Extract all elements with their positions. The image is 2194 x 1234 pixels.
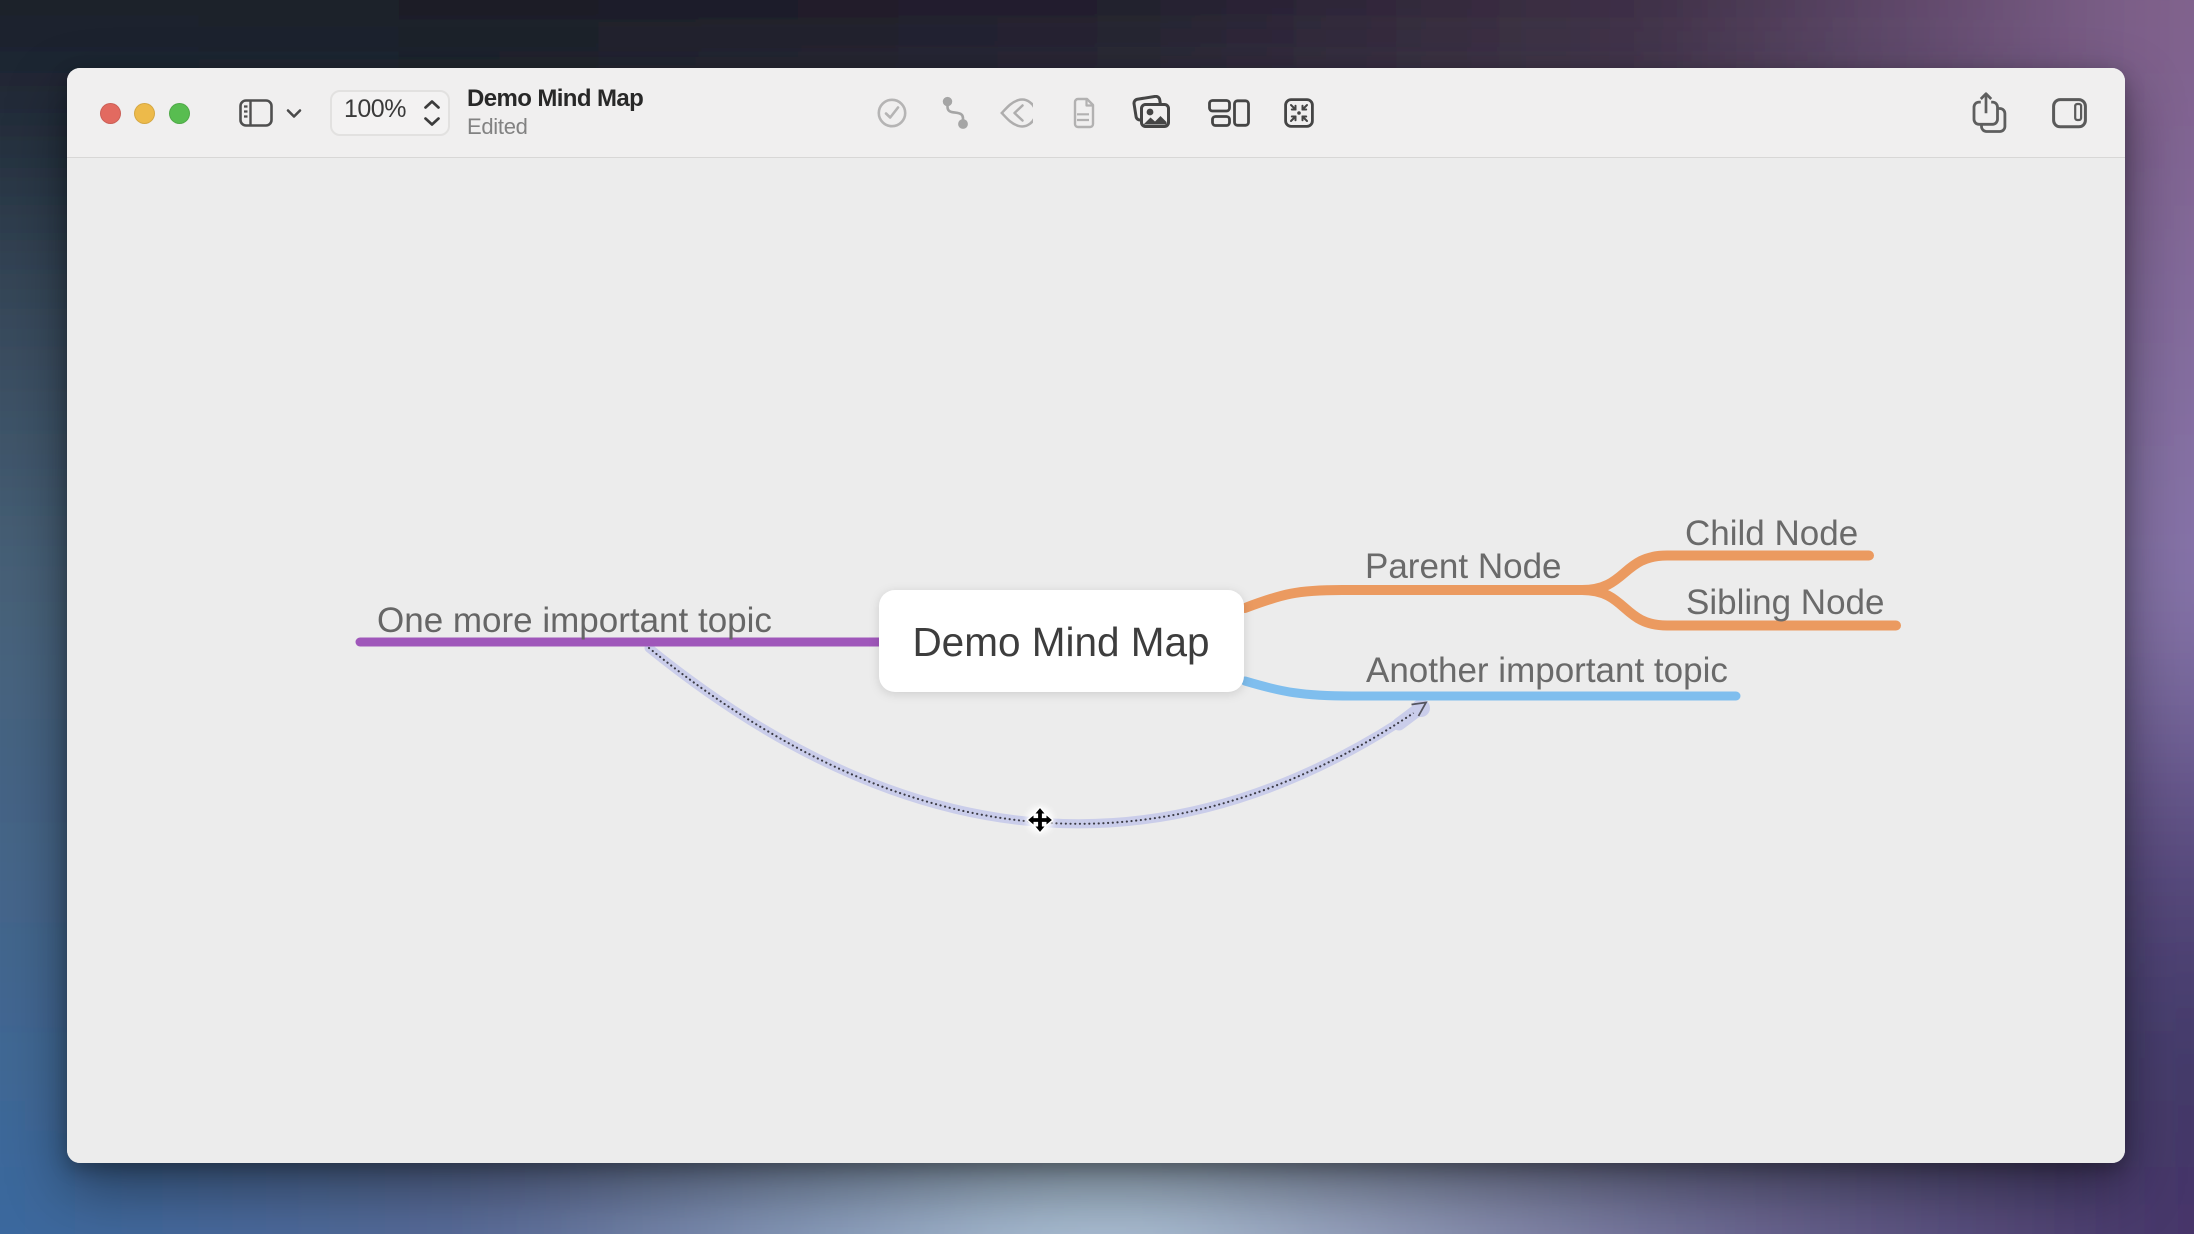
svg-text:Demo Mind Map: Demo Mind Map: [912, 619, 1209, 665]
svg-text:Sibling Node: Sibling Node: [1686, 583, 1884, 622]
svg-text:Child Node: Child Node: [1685, 514, 1858, 553]
svg-text:One more important topic: One more important topic: [377, 601, 772, 640]
svg-text:Parent Node: Parent Node: [1365, 547, 1562, 586]
svg-text:Another important topic: Another important topic: [1366, 651, 1728, 690]
